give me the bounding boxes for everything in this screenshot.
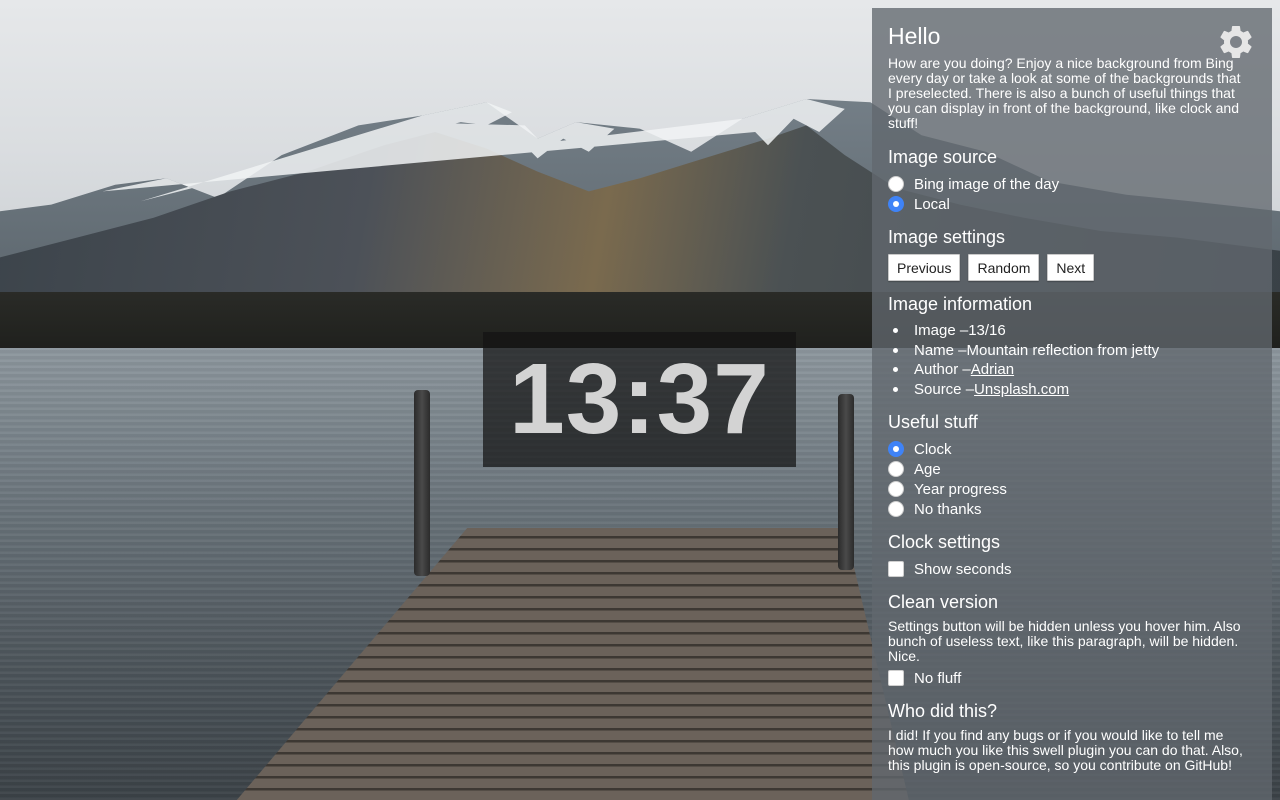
image-settings-section: Image settings Previous Random Next	[888, 226, 1256, 281]
previous-button[interactable]: Previous	[888, 254, 961, 281]
who-did-this-heading: Who did this?	[888, 701, 998, 721]
panel-title: Hello	[888, 23, 941, 49]
intro-text: How are you doing? Enjoy a nice backgrou…	[888, 55, 1241, 131]
show-seconds-option[interactable]: Show seconds	[888, 559, 1256, 579]
info-image-prefix: Image –	[914, 322, 969, 340]
jetty-post-left	[414, 390, 430, 576]
image-information-section: Image information Image – 13/16 Name – M…	[888, 293, 1256, 399]
image-source-section: Image source Bing image of the day Local	[888, 146, 1256, 214]
show-seconds-label: Show seconds	[914, 560, 1012, 578]
image-settings-heading: Image settings	[888, 227, 1006, 247]
image-information-heading: Image information	[888, 294, 1033, 314]
info-name: Name – Mountain reflection from jetty	[888, 341, 1256, 361]
gear-icon[interactable]	[1216, 22, 1256, 62]
radio-option-bing[interactable]: Bing image of the day	[888, 174, 1256, 194]
info-name-value: Mountain reflection from jetty	[966, 341, 1160, 359]
radio-label-clock: Clock	[914, 440, 952, 458]
clock-settings-heading: Clock settings	[888, 532, 1001, 552]
clock-display: 13:37	[483, 332, 796, 467]
no-fluff-checkbox[interactable]	[888, 670, 904, 686]
radio-no-thanks[interactable]	[888, 501, 904, 517]
clean-version-description: Settings button will be hidden unless yo…	[888, 618, 1241, 664]
radio-label-no-thanks: No thanks	[914, 500, 982, 518]
radio-bing[interactable]	[888, 176, 904, 192]
image-information-list: Image – 13/16 Name – Mountain reflection…	[888, 321, 1256, 399]
radio-label-year-progress: Year progress	[914, 480, 1007, 498]
radio-option-clock[interactable]: Clock	[888, 439, 1256, 459]
info-author-prefix: Author –	[914, 361, 971, 379]
radio-label-age: Age	[914, 460, 941, 478]
info-source: Source – Unsplash.com	[888, 380, 1256, 400]
radio-year-progress[interactable]	[888, 481, 904, 497]
next-button[interactable]: Next	[1047, 254, 1095, 281]
info-image-value: 13/16	[968, 322, 1006, 340]
radio-label-bing: Bing image of the day	[914, 175, 1060, 193]
clean-version-heading: Clean version	[888, 592, 999, 612]
image-source-heading: Image source	[888, 147, 998, 167]
info-image-index: Image – 13/16	[888, 321, 1256, 341]
info-author: Author – Adrian	[888, 360, 1256, 380]
jetty-post-right	[838, 394, 854, 570]
radio-local[interactable]	[888, 196, 904, 212]
radio-age[interactable]	[888, 461, 904, 477]
radio-option-year-progress[interactable]: Year progress	[888, 479, 1256, 499]
no-fluff-label: No fluff	[914, 669, 962, 687]
clean-version-section: Clean version Settings button will be hi…	[888, 591, 1256, 688]
no-fluff-option[interactable]: No fluff	[888, 668, 1256, 688]
radio-clock[interactable]	[888, 441, 904, 457]
useful-stuff-section: Useful stuff Clock Age Year progress No …	[888, 411, 1256, 519]
radio-label-local: Local	[914, 195, 950, 213]
settings-panel: Hello How are you doing? Enjoy a nice ba…	[872, 8, 1272, 800]
radio-option-age[interactable]: Age	[888, 459, 1256, 479]
radio-option-no-thanks[interactable]: No thanks	[888, 499, 1256, 519]
info-name-prefix: Name –	[914, 341, 967, 359]
show-seconds-checkbox[interactable]	[888, 561, 904, 577]
info-source-prefix: Source –	[914, 380, 975, 398]
author-link[interactable]: Adrian	[971, 361, 1014, 378]
random-button[interactable]: Random	[968, 254, 1040, 281]
clock-settings-section: Clock settings Show seconds	[888, 531, 1256, 579]
source-link[interactable]: Unsplash.com	[974, 381, 1069, 398]
who-did-this-section: Who did this? I did! If you find any bug…	[888, 700, 1256, 773]
radio-option-local[interactable]: Local	[888, 194, 1256, 214]
useful-stuff-heading: Useful stuff	[888, 412, 978, 432]
who-did-this-text: I did! If you find any bugs or if you wo…	[888, 727, 1243, 773]
image-buttons: Previous Random Next	[888, 254, 1256, 281]
